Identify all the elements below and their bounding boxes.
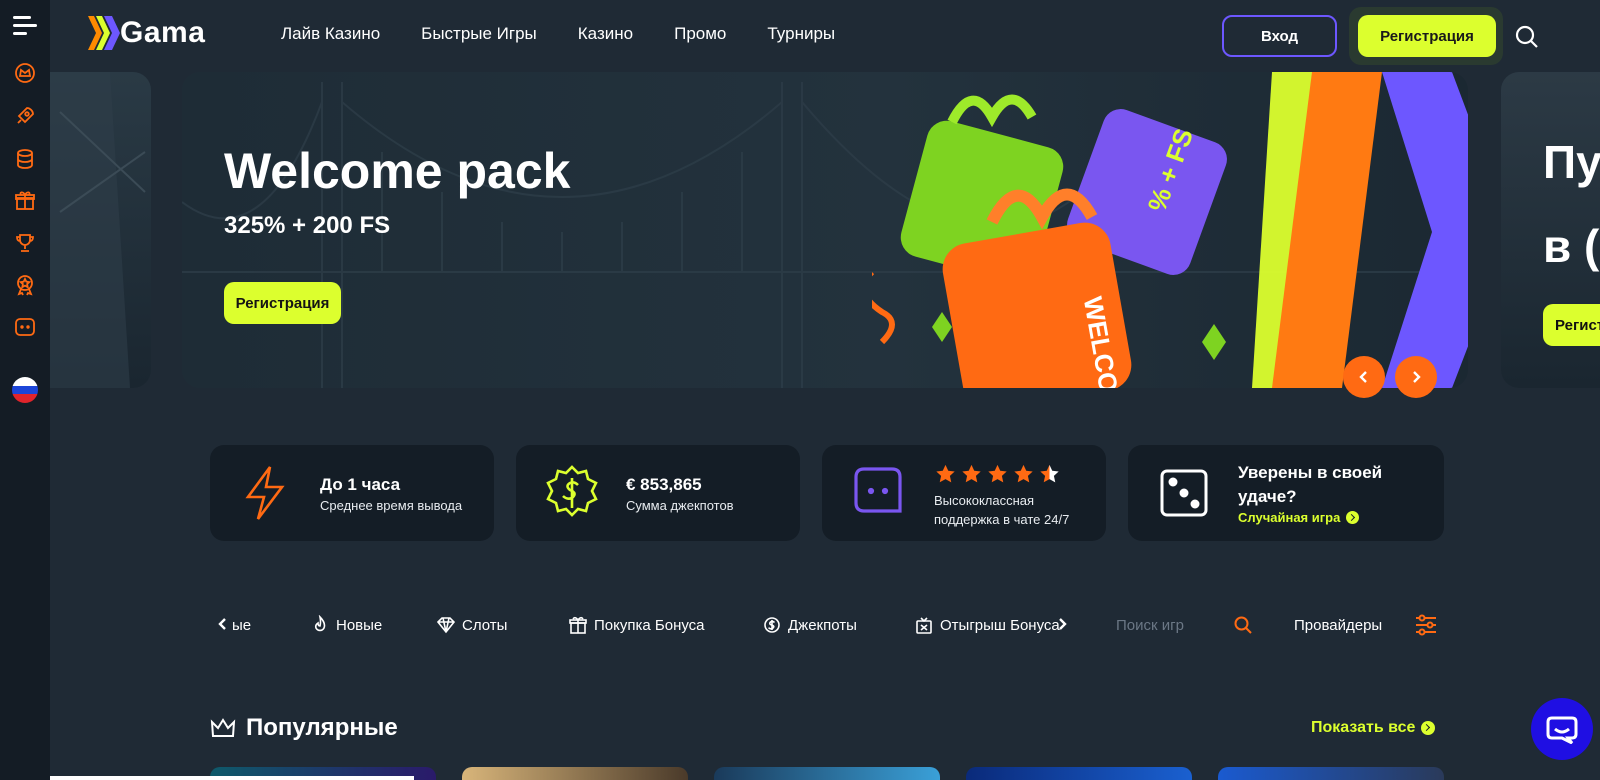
slide-bg-art (50, 72, 146, 388)
nav-live-casino[interactable]: Лайв Казино (281, 24, 380, 44)
filter-sliders-icon[interactable] (1414, 614, 1438, 636)
chat-icon[interactable] (12, 314, 38, 340)
feature-desc: Среднее время вывода (320, 498, 463, 513)
register-button[interactable]: Регистрация (1358, 15, 1496, 57)
feature-title: До 1 часа (320, 475, 401, 494)
next-slide-title: Пу в ( (1543, 136, 1600, 272)
category-label: Джекпоты (788, 616, 857, 634)
gift-boxes-art: % + FS WELCOME (872, 72, 1468, 388)
login-button[interactable]: Вход (1222, 15, 1337, 57)
providers-button[interactable]: Провайдеры (1294, 612, 1382, 638)
category-slots[interactable]: Слоты (436, 612, 507, 638)
game-thumbnail[interactable] (714, 767, 940, 780)
arrow-right-circle-icon (1421, 721, 1436, 735)
rating-stars (934, 463, 1064, 485)
sidebar-rail (0, 0, 50, 780)
badge-star-icon[interactable] (12, 272, 38, 298)
feature-card-support: Высококлассная поддержка в чате 24/7 (822, 445, 1106, 541)
category-new[interactable]: Новые (310, 612, 382, 638)
random-game-link[interactable]: Случайная игра (1238, 510, 1360, 525)
gift-icon[interactable] (12, 188, 38, 214)
game-search-input[interactable] (1116, 612, 1246, 638)
star-icon (988, 464, 1007, 483)
banner-title: Welcome pack (224, 143, 571, 199)
main-nav: Лайв Казино Быстрые Игры Казино Промо Ту… (281, 24, 876, 44)
feature-desc: Сумма джекпотов (626, 498, 734, 513)
popular-title: Популярные (246, 714, 398, 741)
game-thumbnail[interactable] (462, 767, 688, 780)
category-partial[interactable]: ые (232, 612, 251, 638)
chat-bubble-icon (1546, 716, 1578, 744)
search-icon[interactable] (1233, 615, 1253, 635)
star-icon (1014, 464, 1033, 483)
top-header: Gama Лайв Казино Быстрые Игры Казино Про… (50, 0, 1600, 72)
star-icon (936, 464, 955, 483)
crown-icon (210, 718, 236, 737)
next-slide-peek[interactable]: Пу в ( Регист (1501, 72, 1600, 388)
category-bar: ые Новые Слоты Покупка Бонуса Джекпоты О… (210, 612, 1440, 642)
game-thumbnail[interactable] (1218, 767, 1444, 780)
trophy-icon[interactable] (12, 230, 38, 256)
random-game-label: Случайная игра (1238, 510, 1341, 525)
coins-icon[interactable] (12, 146, 38, 172)
banner-subtitle: 325% + 200 FS (224, 212, 391, 239)
crown-icon[interactable] (12, 60, 38, 86)
prev-slide-peek[interactable] (50, 72, 151, 388)
show-all-label: Показать все (1311, 719, 1416, 736)
random-title-line2: удаче? (1238, 487, 1297, 506)
dollar-badge-icon (546, 465, 598, 517)
feature-card-random-game: Уверены в своей удаче? Случайная игра (1128, 445, 1444, 541)
category-bonus-buy[interactable]: Покупка Бонуса (568, 612, 705, 638)
arrow-right-circle-icon (1346, 511, 1360, 524)
logo[interactable]: Gama (86, 14, 205, 52)
support-desc-line2: поддержка в чате 24/7 (934, 512, 1070, 527)
category-label: Покупка Бонуса (594, 616, 705, 634)
menu-icon[interactable] (13, 14, 37, 36)
search-icon[interactable] (1514, 24, 1540, 50)
feature-card-withdrawal: До 1 часа Среднее время вывода (210, 445, 494, 541)
ru-flag-icon[interactable] (12, 377, 38, 403)
random-title-line1: Уверены в своей (1238, 463, 1383, 482)
gift-x-icon (916, 617, 932, 634)
lightning-icon (245, 466, 285, 520)
category-label: ые (232, 616, 252, 634)
jackpot-amount: € 853,865 (626, 475, 702, 494)
live-chat-button[interactable] (1531, 698, 1593, 760)
chevron-right-icon[interactable] (1056, 617, 1068, 631)
logo-text: Gama (120, 16, 206, 49)
dice-icon (1160, 469, 1208, 517)
welcome-banner: Welcome pack 325% + 200 FS Регистрация %… (182, 72, 1468, 388)
category-label: Слоты (462, 616, 508, 634)
chevron-left-icon[interactable] (217, 617, 229, 631)
show-all-link[interactable]: Показать все (1311, 719, 1436, 737)
category-bonus-wager[interactable]: Отыгрыш Бонуса (914, 612, 1060, 638)
banner-register-button[interactable]: Регистрация (224, 282, 341, 324)
nav-casino[interactable]: Казино (578, 24, 633, 44)
category-label: Отыгрыш Бонуса (940, 616, 1060, 634)
chat-face-icon (854, 467, 902, 513)
star-half-icon (1040, 464, 1059, 483)
nav-fast-games[interactable]: Быстрые Игры (421, 24, 537, 44)
nav-tournaments[interactable]: Турниры (767, 24, 835, 44)
popular-heading: Популярные (210, 714, 398, 742)
category-jackpots[interactable]: Джекпоты (762, 612, 857, 638)
star-icon (962, 464, 981, 483)
logo-chevrons-icon (88, 16, 120, 50)
flame-icon (314, 615, 326, 632)
providers-label: Провайдеры (1294, 616, 1383, 634)
carousel-next-button[interactable] (1395, 356, 1437, 398)
rocket-icon[interactable] (12, 103, 38, 129)
feature-card-jackpot: € 853,865 Сумма джекпотов (516, 445, 800, 541)
next-slide-button[interactable]: Регист (1543, 304, 1600, 346)
game-thumbnail[interactable] (966, 767, 1192, 780)
gift-icon (569, 616, 587, 634)
category-label: Новые (336, 616, 383, 634)
carousel-prev-button[interactable] (1343, 356, 1385, 398)
dollar-gear-icon (764, 617, 780, 633)
support-desc-line1: Высококлассная (934, 493, 1035, 508)
bottom-progress-strip (50, 776, 414, 780)
nav-promo[interactable]: Промо (674, 24, 726, 44)
diamond-icon (436, 617, 456, 634)
